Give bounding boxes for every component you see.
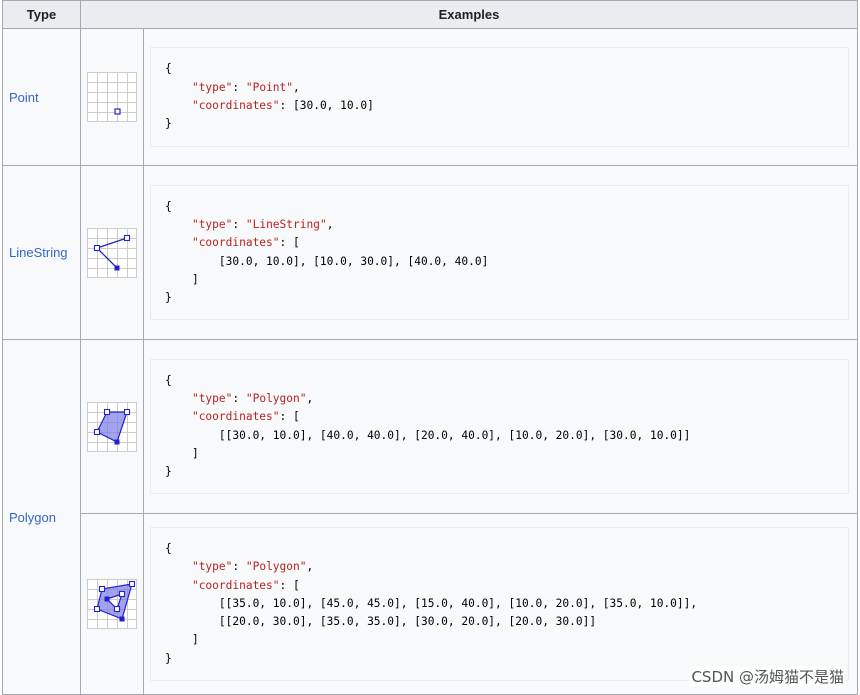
header-type: Type [2, 0, 81, 29]
type-link-point[interactable]: Point [2, 28, 81, 166]
polygon-hole-icon-cell [80, 513, 144, 695]
geojson-examples-table: Type Examples Point { "type": "Point", "… [2, 0, 858, 695]
code-cell-point: { "type": "Point", "coordinates": [30.0,… [143, 28, 858, 166]
polygon-icon [87, 401, 137, 452]
code-cell-polygon: { "type": "Polygon", "coordinates": [ [[… [143, 339, 858, 514]
table-row-polygon: Polygon { "type": "Polygon", "coordinate… [2, 339, 858, 695]
table-header-row: Type Examples [2, 0, 858, 29]
type-link-polygon[interactable]: Polygon [2, 339, 81, 695]
point-icon-cell [80, 28, 144, 166]
table-row-linestring: LineString { "type": "LineString", "coor… [2, 165, 858, 340]
type-link-linestring[interactable]: LineString [2, 165, 81, 340]
csdn-watermark: CSDN @汤姆猫不是猫 [689, 666, 846, 687]
code-block-linestring: { "type": "LineString", "coordinates": [… [150, 184, 849, 321]
linestring-icon-cell [80, 165, 144, 340]
code-block-polygon-hole: { "type": "Polygon", "coordinates": [ [[… [150, 526, 849, 682]
code-cell-linestring: { "type": "LineString", "coordinates": [… [143, 165, 858, 340]
point-icon [87, 72, 137, 122]
header-examples: Examples [80, 0, 858, 29]
code-block-point: { "type": "Point", "coordinates": [30.0,… [150, 47, 849, 147]
table-row-point: Point { "type": "Point", "coordinates": … [2, 28, 858, 166]
code-block-polygon: { "type": "Polygon", "coordinates": [ [[… [150, 358, 849, 495]
polygon-with-hole-icon [87, 579, 137, 629]
linestring-icon [87, 227, 137, 278]
polygon-icon-cell [80, 339, 144, 514]
